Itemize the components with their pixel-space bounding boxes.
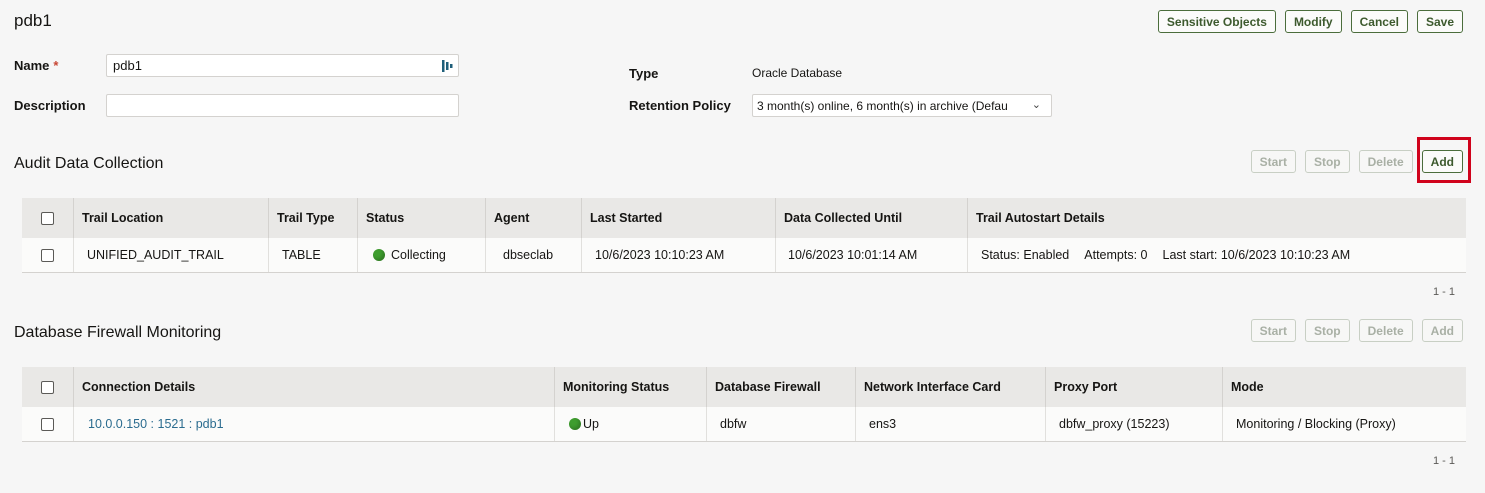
save-button[interactable]: Save xyxy=(1416,10,1463,33)
proxy-port-cell: dbfw_proxy (15223) xyxy=(1045,407,1222,441)
top-action-bar: Sensitive Objects Modify Cancel Save xyxy=(1157,10,1463,33)
modify-button[interactable]: Modify xyxy=(1284,10,1342,33)
row-checkbox[interactable] xyxy=(41,417,54,431)
input-assist-icon[interactable] xyxy=(442,59,453,73)
column-header[interactable]: Trail Type xyxy=(268,198,357,238)
trail-type-cell: TABLE xyxy=(268,238,357,272)
cancel-button[interactable]: Cancel xyxy=(1350,10,1408,33)
table-header-row: Connection Details Monitoring Status Dat… xyxy=(22,367,1466,407)
audit-stop-button[interactable]: Stop xyxy=(1304,150,1350,173)
description-field[interactable] xyxy=(106,94,459,117)
firewall-pager: 1 - 1 xyxy=(1432,455,1455,467)
audit-pager: 1 - 1 xyxy=(1432,286,1455,298)
nic-cell: ens3 xyxy=(855,407,1045,441)
select-all-cell xyxy=(22,198,73,238)
monitoring-status-cell: Up xyxy=(554,407,706,441)
firewall-delete-button[interactable]: Delete xyxy=(1358,319,1413,342)
table-row[interactable]: 10.0.0.150 : 1521 : pdb1 Up dbfw ens3 db… xyxy=(22,407,1466,442)
column-header[interactable]: Trail Location xyxy=(73,198,268,238)
row-checkbox[interactable] xyxy=(41,248,54,262)
audit-trails-table: Trail Location Trail Type Status Agent L… xyxy=(22,198,1466,273)
column-header[interactable]: Mode xyxy=(1222,367,1466,407)
data-collected-until-cell: 10/6/2023 10:01:14 AM xyxy=(775,238,967,272)
chevron-down-icon: ⌄ xyxy=(1031,99,1041,111)
firewall-monitoring-table: Connection Details Monitoring Status Dat… xyxy=(22,367,1466,442)
add-button-highlight xyxy=(1417,137,1471,183)
trail-location-cell: UNIFIED_AUDIT_TRAIL xyxy=(73,238,268,272)
mode-cell: Monitoring / Blocking (Proxy) xyxy=(1222,407,1466,441)
name-field[interactable]: pdb1 xyxy=(106,54,459,77)
name-field-value: pdb1 xyxy=(113,58,142,73)
autostart-last-start: Last start: 10/6/2023 10:10:23 AM xyxy=(1162,248,1351,262)
connection-details-link[interactable]: 10.0.0.150 : 1521 : pdb1 xyxy=(88,417,224,431)
audit-delete-button[interactable]: Delete xyxy=(1358,150,1413,173)
name-label: Name * xyxy=(14,58,58,73)
column-header[interactable]: Trail Autostart Details xyxy=(967,198,1466,238)
retention-policy-value: 3 month(s) online, 6 month(s) in archive… xyxy=(757,99,1008,113)
column-header[interactable]: Last Started xyxy=(581,198,775,238)
connection-details-cell: 10.0.0.150 : 1521 : pdb1 xyxy=(73,407,554,441)
status-text: Collecting xyxy=(391,248,446,262)
firewall-monitoring-title: Database Firewall Monitoring xyxy=(14,324,222,341)
table-row[interactable]: UNIFIED_AUDIT_TRAIL TABLE Collecting dbs… xyxy=(22,238,1466,273)
column-header[interactable]: Connection Details xyxy=(73,367,554,407)
column-header[interactable]: Agent xyxy=(485,198,581,238)
agent-cell: dbseclab xyxy=(485,238,581,272)
firewall-action-bar: Start Stop Delete Add xyxy=(1250,319,1463,342)
column-header[interactable]: Status xyxy=(357,198,485,238)
select-all-checkbox[interactable] xyxy=(41,211,54,225)
database-firewall-cell: dbfw xyxy=(706,407,855,441)
description-label: Description xyxy=(14,98,86,113)
firewall-start-button[interactable]: Start xyxy=(1250,319,1296,342)
status-green-icon xyxy=(373,249,385,261)
row-select-cell xyxy=(22,407,73,441)
column-header[interactable]: Data Collected Until xyxy=(775,198,967,238)
type-value: Oracle Database xyxy=(752,66,843,80)
select-all-cell xyxy=(22,367,73,407)
required-mark: * xyxy=(53,58,59,73)
select-all-checkbox[interactable] xyxy=(41,380,54,394)
page-title: pdb1 xyxy=(14,11,52,30)
column-header[interactable]: Proxy Port xyxy=(1045,367,1222,407)
autostart-status: Status: Enabled xyxy=(981,248,1070,262)
column-header[interactable]: Monitoring Status xyxy=(554,367,706,407)
firewall-add-button[interactable]: Add xyxy=(1421,319,1463,342)
table-header-row: Trail Location Trail Type Status Agent L… xyxy=(22,198,1466,238)
name-label-text: Name xyxy=(14,58,50,73)
autostart-attempts: Attempts: 0 xyxy=(1084,248,1148,262)
retention-policy-select[interactable]: 3 month(s) online, 6 month(s) in archive… xyxy=(752,94,1052,117)
type-label: Type xyxy=(629,66,659,81)
audit-start-button[interactable]: Start xyxy=(1250,150,1296,173)
retention-policy-label: Retention Policy xyxy=(629,98,731,113)
status-cell: Collecting xyxy=(357,238,485,272)
column-header[interactable]: Database Firewall xyxy=(706,367,855,407)
firewall-stop-button[interactable]: Stop xyxy=(1304,319,1350,342)
audit-data-collection-title: Audit Data Collection xyxy=(14,155,164,172)
monitoring-status-text: Up xyxy=(583,417,599,431)
row-select-cell xyxy=(22,238,73,272)
autostart-details-cell: Status: Enabled Attempts: 0 Last start: … xyxy=(967,238,1466,272)
last-started-cell: 10/6/2023 10:10:23 AM xyxy=(581,238,775,272)
sensitive-objects-button[interactable]: Sensitive Objects xyxy=(1157,10,1276,33)
column-header[interactable]: Network Interface Card xyxy=(855,367,1045,407)
status-green-icon xyxy=(569,418,581,430)
